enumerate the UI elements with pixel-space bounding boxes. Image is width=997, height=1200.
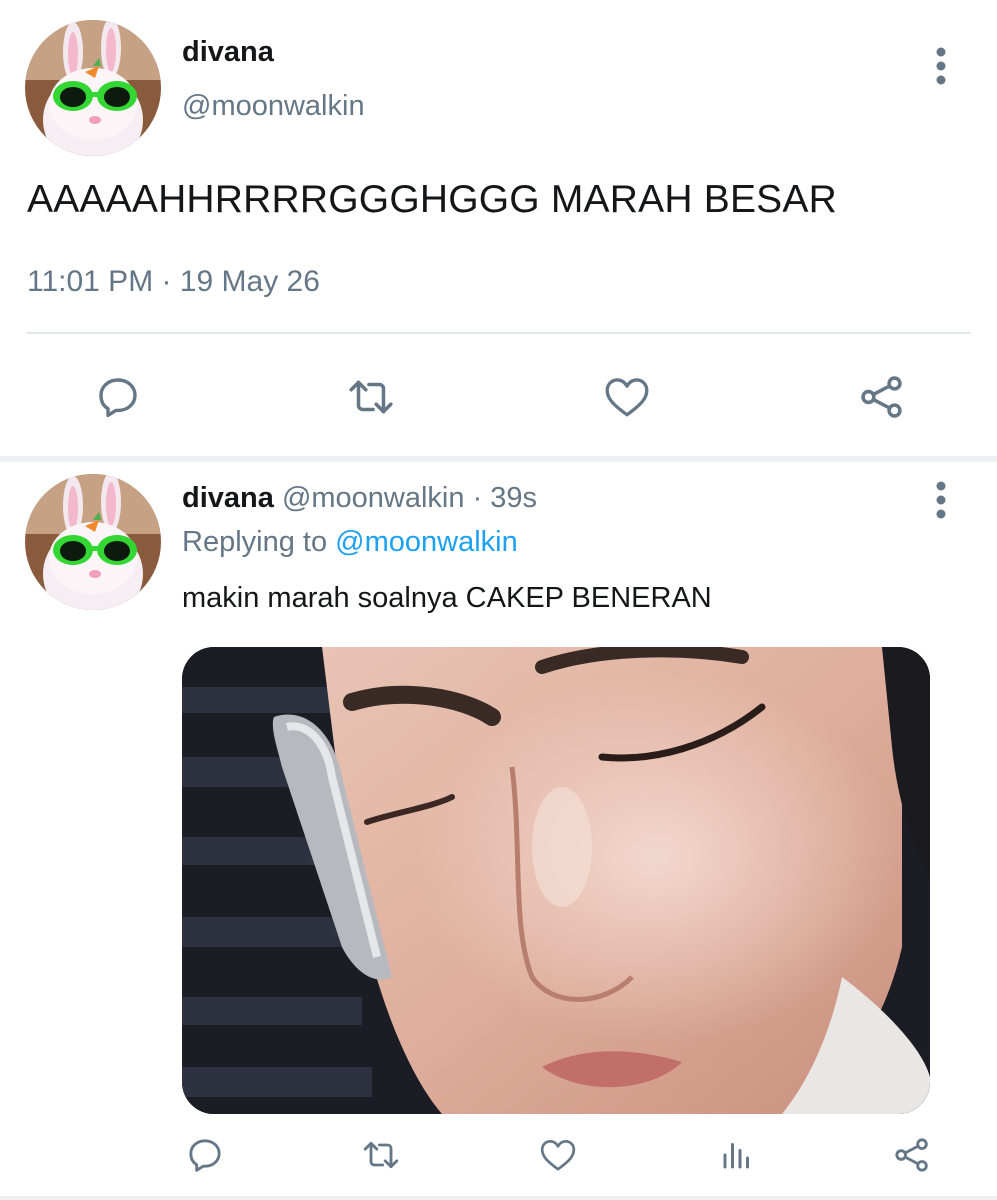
share-icon: [895, 1138, 928, 1172]
tweet-timestamp[interactable]: 11:01 PM · 19 May 26: [27, 265, 320, 299]
display-name[interactable]: divana: [182, 482, 274, 514]
reply-header: divana @moonwalkin · 39s: [182, 482, 537, 515]
like-button[interactable]: [534, 1132, 582, 1178]
more-options-icon[interactable]: [931, 44, 951, 88]
avatar-bunny-image: [25, 474, 161, 610]
more-options-icon[interactable]: [931, 478, 951, 522]
mention-link[interactable]: @moonwalkin: [335, 526, 518, 558]
display-name[interactable]: divana: [182, 36, 274, 69]
like-icon: [605, 378, 649, 417]
share-button[interactable]: [852, 370, 912, 424]
divider: [0, 1196, 997, 1200]
retweet-button[interactable]: [340, 370, 402, 424]
replying-to-line: Replying to @moonwalkin: [182, 526, 518, 559]
share-icon: [861, 376, 902, 418]
retweet-icon: [349, 380, 393, 414]
reply-icon: [189, 1139, 221, 1172]
tweet-text: AAAAAHHRRRRGGGHGGG MARAH BESAR: [27, 178, 837, 221]
tweet-media-image[interactable]: [182, 647, 930, 1114]
avatar[interactable]: [25, 20, 161, 156]
divider: [27, 332, 971, 334]
like-icon: [540, 1140, 576, 1171]
reply-button[interactable]: [182, 1132, 228, 1178]
retweet-button[interactable]: [356, 1132, 406, 1178]
photo-closeup-face: [182, 647, 930, 1114]
tweet-text: makin marah soalnya CAKEP BENERAN: [182, 582, 712, 614]
tweet-age: 39s: [490, 482, 538, 514]
analytics-button[interactable]: [714, 1132, 760, 1178]
reply-button[interactable]: [88, 370, 148, 424]
reply-icon: [99, 378, 137, 418]
replying-to-label: Replying to: [182, 526, 336, 558]
analytics-icon: [723, 1143, 749, 1169]
user-handle[interactable]: @moonwalkin: [282, 482, 465, 514]
user-handle[interactable]: @moonwalkin: [182, 90, 365, 123]
tweet-separator: [0, 456, 997, 462]
like-button[interactable]: [597, 370, 657, 424]
avatar-bunny-image: [25, 20, 161, 156]
meta-separator: ·: [464, 482, 491, 514]
share-button[interactable]: [888, 1132, 936, 1178]
avatar[interactable]: [25, 474, 161, 610]
retweet-icon: [363, 1141, 399, 1169]
